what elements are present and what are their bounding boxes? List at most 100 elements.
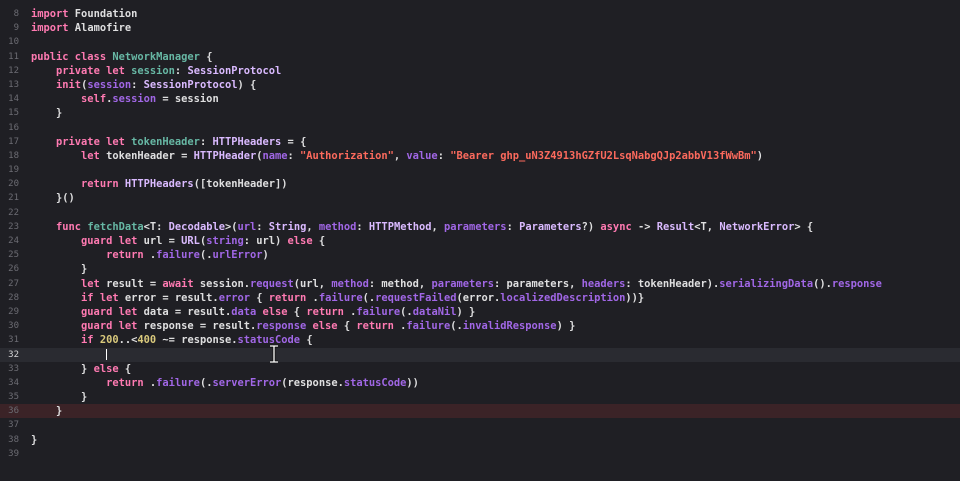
line-text: private let tokenHeader: HTTPHeaders = {: [31, 135, 306, 149]
code-token: ..<: [118, 334, 138, 347]
code-editor[interactable]: 8 import Foundation 9 import Alamofire 10 11 p…: [0, 0, 960, 481]
code-line[interactable]: 19: [0, 163, 960, 177]
code-token: ~= response.: [156, 334, 238, 347]
text-cursor-icon: [270, 345, 278, 363]
code-token: .: [143, 376, 157, 389]
code-token: failure: [356, 305, 401, 318]
code-line[interactable]: 20 return HTTPHeaders([tokenHeader]): [0, 177, 960, 191]
code-token: request: [249, 277, 294, 290]
code-line[interactable]: 12 private let session: SessionProtocol: [0, 64, 960, 78]
code-token: (.: [450, 320, 463, 333]
code-line[interactable]: 28 if let error = result.error { return …: [0, 291, 960, 305]
code-token: ): [262, 249, 269, 262]
code-token: ) }: [556, 320, 576, 333]
code-token: guard let: [81, 320, 138, 333]
code-token: }: [31, 362, 94, 375]
line-number: 17: [8, 136, 19, 147]
code-line[interactable]: 30 guard let response = result.response …: [0, 319, 960, 333]
code-token: :: [131, 78, 144, 91]
code-line[interactable]: 36 }: [0, 404, 960, 419]
code-line[interactable]: 17 private let tokenHeader: HTTPHeaders …: [0, 135, 960, 149]
code-token: HTTPHeaders: [124, 178, 194, 191]
code-token: >(: [224, 220, 238, 233]
code-token: }: [31, 107, 63, 120]
code-line[interactable]: 35 }: [0, 390, 960, 404]
line-number: 14: [8, 94, 19, 105]
code-line[interactable]: 34 return .failure(.serverError(response…: [0, 376, 960, 390]
code-token: : method,: [368, 277, 432, 290]
code-token: return: [356, 320, 394, 333]
code-token: .: [306, 291, 319, 304]
line-text: }: [31, 390, 87, 404]
code-line[interactable]: 18 let tokenHeader = HTTPHeader(name: "A…: [0, 149, 960, 163]
code-token: return: [106, 376, 144, 389]
code-line[interactable]: 13 init(session: SessionProtocol) {: [0, 78, 960, 92]
code-line[interactable]: 23 func fetchData<T: Decodable>(url: Str…: [0, 220, 960, 234]
line-number: 12: [8, 65, 19, 76]
line-text: guard let data = result.data else { retu…: [31, 305, 475, 319]
code-line[interactable]: 27 let result = await session.request(ur…: [0, 277, 960, 291]
code-line[interactable]: 24 guard let url = URL(string: url) else…: [0, 234, 960, 248]
line-text: [31, 348, 108, 362]
code-token: requestFailed: [375, 291, 457, 304]
code-token: = session: [156, 93, 219, 106]
code-line[interactable]: 26 }: [0, 262, 960, 276]
code-line[interactable]: 8 import Foundation: [0, 7, 960, 21]
code-line[interactable]: 11 public class NetworkManager {: [0, 50, 960, 64]
code-token: <T:: [143, 220, 169, 233]
code-token: {: [249, 291, 269, 304]
line-text: return .failure(.urlError): [31, 248, 269, 262]
code-token: else: [312, 320, 338, 333]
code-line[interactable]: 10: [0, 35, 960, 49]
code-line[interactable]: 37: [0, 418, 960, 432]
code-token: return: [306, 305, 344, 318]
line-number: 15: [8, 108, 19, 119]
code-token: .: [143, 249, 157, 262]
code-line[interactable]: 16: [0, 121, 960, 135]
code-line[interactable]: 14 self.session = session: [0, 92, 960, 106]
code-token: ) {: [237, 78, 257, 91]
line-text: self.session = session: [31, 92, 219, 106]
code-line[interactable]: 25 return .failure(.urlError): [0, 248, 960, 262]
code-line[interactable]: 38}: [0, 433, 960, 447]
code-line[interactable]: 29 guard let data = result.data else { r…: [0, 305, 960, 319]
code-line[interactable]: 15 }: [0, 106, 960, 120]
code-token: SessionProtocol: [187, 64, 282, 77]
code-line[interactable]: 31 if 200..<400 ~= response.statusCode {: [0, 333, 960, 347]
line-number: 9: [13, 23, 19, 34]
line-number: 32: [8, 349, 19, 360]
code-line[interactable]: 22: [0, 206, 960, 220]
line-number: 31: [8, 335, 19, 346]
code-line[interactable]: 33 } else {: [0, 362, 960, 376]
code-line[interactable]: 39: [0, 447, 960, 461]
code-token: else: [262, 305, 288, 318]
line-text: }: [31, 262, 87, 276]
line-number: 16: [8, 122, 19, 133]
code-token: failure: [156, 249, 200, 262]
code-token: init: [56, 78, 82, 91]
code-token: = {: [281, 135, 307, 148]
code-token: value: [406, 149, 438, 162]
code-token: Result: [656, 220, 695, 233]
line-text: } else {: [31, 362, 131, 376]
code-token: URL: [181, 235, 200, 247]
code-token: : tokenHeader).: [625, 277, 720, 290]
code-line[interactable]: 9 import Alamofire: [0, 21, 960, 35]
code-token: response: [831, 277, 882, 290]
line-number: 28: [8, 292, 19, 303]
code-line[interactable]: 32: [0, 347, 960, 362]
code-area[interactable]: 8 import Foundation 9 import Alamofire 10 11 p…: [0, 7, 960, 461]
code-token: Parameters: [519, 220, 582, 233]
code-token: {: [287, 305, 307, 318]
insertion-caret: [106, 349, 108, 360]
code-token: : url): [243, 235, 288, 247]
line-text: let tokenHeader = HTTPHeader(name: "Auth…: [31, 149, 763, 163]
code-line[interactable]: 21 }(): [0, 191, 960, 205]
code-token: String: [268, 220, 307, 233]
code-token: Decodable: [168, 220, 225, 233]
